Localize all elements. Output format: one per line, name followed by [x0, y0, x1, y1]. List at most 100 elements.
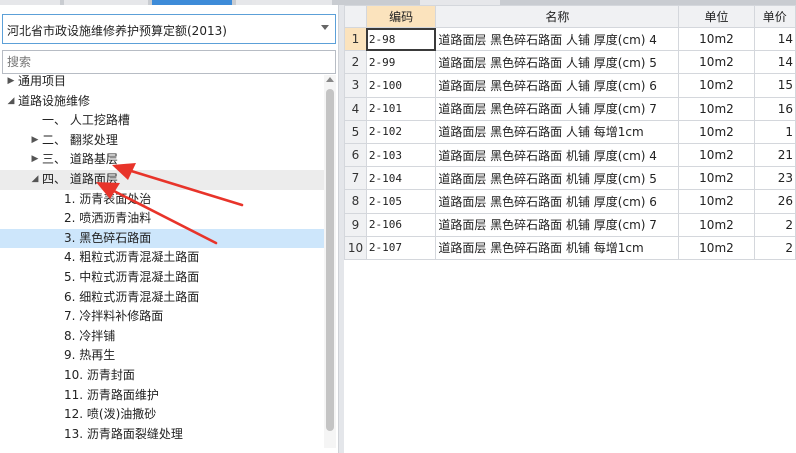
row-number-cell[interactable]: 3 [344, 73, 367, 98]
unit-cell[interactable]: 10m2 [678, 212, 755, 237]
table-row[interactable]: 4 2-101 道路面层 黑色碎石路面 人铺 厚度(cm) 7 10m2 16 [344, 96, 796, 121]
table-row[interactable]: 2 2-99 道路面层 黑色碎石路面 人铺 厚度(cm) 5 10m2 14 [344, 50, 796, 75]
tree-item[interactable]: ▶ 二、 翻浆处理 [0, 131, 324, 151]
name-cell[interactable]: 道路面层 黑色碎石路面 机铺 厚度(cm) 6 [435, 189, 680, 214]
tree-item[interactable]: 1. 沥青表面处治 [0, 190, 324, 210]
row-number-cell[interactable]: 4 [344, 96, 367, 121]
dropdown-value: 河北省市政设施维修养护预算定额(2013) [7, 24, 227, 38]
collapse-arrow-icon[interactable]: ◢ [30, 170, 40, 190]
code-cell[interactable]: 2-100 [365, 73, 437, 98]
unit-cell[interactable]: 10m2 [678, 119, 755, 144]
unit-cell[interactable]: 10m2 [678, 142, 755, 168]
unit-cell[interactable]: 10m2 [678, 73, 755, 98]
table-row[interactable]: 1 2-98 道路面层 黑色碎石路面 人铺 厚度(cm) 4 10m2 14 [344, 26, 796, 52]
tree-item-label: 1. 沥青表面处治 [64, 191, 152, 206]
unit-cell[interactable]: 10m2 [678, 189, 755, 214]
tree-item[interactable]: ◢ 道路设施维修 [0, 92, 324, 112]
table-row[interactable]: 8 2-105 道路面层 黑色碎石路面 机铺 厚度(cm) 6 10m2 26 [344, 189, 796, 214]
name-cell[interactable]: 道路面层 黑色碎石路面 人铺 厚度(cm) 7 [435, 96, 680, 121]
tree-item[interactable]: 11. 沥青路面维护 [0, 386, 324, 406]
tree-item-label: 通用项目 [18, 74, 67, 88]
tree-item[interactable]: 10. 沥青封面 [0, 366, 324, 386]
name-cell[interactable]: 道路面层 黑色碎石路面 机铺 厚度(cm) 5 [435, 166, 680, 191]
unit-cell[interactable]: 10m2 [678, 166, 755, 191]
row-number-cell[interactable]: 9 [344, 212, 367, 237]
tree-item[interactable]: 6. 细粒式沥青混凝土路面 [0, 288, 324, 308]
name-cell[interactable]: 道路面层 黑色碎石路面 人铺 厚度(cm) 6 [435, 73, 680, 98]
scrollbar-thumb[interactable] [326, 89, 334, 431]
tree-item[interactable]: 8. 冷拌铺 [0, 327, 324, 347]
tree-item-label: 一、 人工挖路槽 [42, 113, 130, 128]
price-cell[interactable]: 26 [753, 189, 796, 214]
tree-item-label: 三、 道路基层 [42, 152, 118, 167]
price-cell[interactable]: 21 [753, 142, 796, 168]
unit-column-header[interactable]: 单位 [678, 5, 755, 28]
price-cell[interactable]: 2 [753, 212, 796, 237]
code-cell[interactable]: 2-101 [365, 96, 437, 121]
tree-item[interactable]: 7. 冷拌料补修路面 [0, 307, 324, 327]
code-cell[interactable]: 2-98 [365, 26, 437, 52]
row-number-cell[interactable]: 5 [344, 119, 367, 144]
collapse-arrow-icon[interactable]: ◢ [6, 92, 16, 112]
price-cell[interactable]: 16 [753, 96, 796, 121]
price-column-header[interactable]: 单价 [753, 5, 796, 28]
price-cell[interactable]: 2 [753, 235, 796, 260]
name-cell[interactable]: 道路面层 黑色碎石路面 人铺 每增1cm [435, 119, 680, 144]
table-row[interactable]: 3 2-100 道路面层 黑色碎石路面 人铺 厚度(cm) 6 10m2 15 [344, 73, 796, 98]
tree-item[interactable]: 一、 人工挖路槽 [0, 111, 324, 131]
row-number-cell[interactable]: 7 [344, 166, 367, 191]
code-cell[interactable]: 2-103 [365, 142, 437, 168]
unit-cell[interactable]: 10m2 [678, 96, 755, 121]
price-cell[interactable]: 1 [753, 119, 796, 144]
unit-cell[interactable]: 10m2 [678, 50, 755, 75]
row-number-cell[interactable]: 2 [344, 50, 367, 75]
code-cell[interactable]: 2-104 [365, 166, 437, 191]
table-row[interactable]: 5 2-102 道路面层 黑色碎石路面 人铺 每增1cm 10m2 1 [344, 119, 796, 144]
code-cell[interactable]: 2-105 [365, 189, 437, 214]
expand-arrow-icon[interactable]: ▶ [6, 72, 16, 92]
tree-item[interactable]: 5. 中粒式沥青混凝土路面 [0, 268, 324, 288]
tree-item[interactable]: 9. 热再生 [0, 346, 324, 366]
tree-item[interactable]: 12. 喷(泼)油撒砂 [0, 405, 324, 425]
tree-item[interactable]: 3. 黑色碎石路面 [0, 228, 324, 249]
table-row[interactable]: 9 2-106 道路面层 黑色碎石路面 机铺 厚度(cm) 7 10m2 2 [344, 212, 796, 237]
search-input[interactable] [2, 50, 336, 74]
expand-arrow-icon[interactable]: ▶ [30, 131, 40, 151]
tree-item[interactable]: ◢ 四、 道路面层 [0, 169, 324, 190]
expand-arrow-icon[interactable]: ▶ [30, 150, 40, 170]
code-cell[interactable]: 2-106 [365, 212, 437, 237]
tree-item-label: 8. 冷拌铺 [64, 328, 116, 343]
tree-item[interactable]: 13. 沥青路面裂缝处理 [0, 425, 324, 445]
name-cell[interactable]: 道路面层 黑色碎石路面 机铺 每增1cm [435, 235, 680, 260]
quota-library-dropdown[interactable]: 河北省市政设施维修养护预算定额(2013) [2, 14, 336, 44]
code-cell[interactable]: 2-102 [365, 119, 437, 144]
name-cell[interactable]: 道路面层 黑色碎石路面 机铺 厚度(cm) 4 [435, 142, 680, 168]
row-number-cell[interactable]: 10 [344, 235, 367, 260]
tree-scrollbar[interactable] [324, 75, 336, 448]
code-column-header[interactable]: 编码 [365, 5, 437, 28]
price-cell[interactable]: 15 [753, 73, 796, 98]
row-number-cell[interactable]: 6 [344, 142, 367, 168]
tree-item[interactable]: 2. 喷洒沥青油料 [0, 209, 324, 229]
table-row[interactable]: 6 2-103 道路面层 黑色碎石路面 机铺 厚度(cm) 4 10m2 21 [344, 142, 796, 168]
price-cell[interactable]: 14 [753, 26, 796, 52]
table-row[interactable]: 7 2-104 道路面层 黑色碎石路面 机铺 厚度(cm) 5 10m2 23 [344, 166, 796, 191]
row-number-cell[interactable]: 1 [344, 26, 367, 52]
tree-item[interactable]: 4. 粗粒式沥青混凝土路面 [0, 248, 324, 268]
name-cell[interactable]: 道路面层 黑色碎石路面 机铺 厚度(cm) 7 [435, 212, 680, 237]
tree-item[interactable]: ▶ 通用项目 [0, 72, 324, 92]
scroll-up-icon[interactable] [326, 77, 334, 82]
unit-cell[interactable]: 10m2 [678, 26, 755, 52]
unit-cell[interactable]: 10m2 [678, 235, 755, 260]
code-cell[interactable]: 2-99 [365, 50, 437, 75]
price-cell[interactable]: 23 [753, 166, 796, 191]
table-row[interactable]: 10 2-107 道路面层 黑色碎石路面 机铺 每增1cm 10m2 2 [344, 235, 796, 260]
tree-item[interactable]: ▶ 三、 道路基层 [0, 150, 324, 170]
price-cell[interactable]: 14 [753, 50, 796, 75]
chevron-down-icon[interactable] [321, 25, 329, 30]
code-cell[interactable]: 2-107 [365, 235, 437, 260]
name-cell[interactable]: 道路面层 黑色碎石路面 人铺 厚度(cm) 4 [435, 26, 680, 52]
row-number-cell[interactable]: 8 [344, 189, 367, 214]
name-column-header[interactable]: 名称 [435, 5, 680, 28]
name-cell[interactable]: 道路面层 黑色碎石路面 人铺 厚度(cm) 5 [435, 50, 680, 75]
